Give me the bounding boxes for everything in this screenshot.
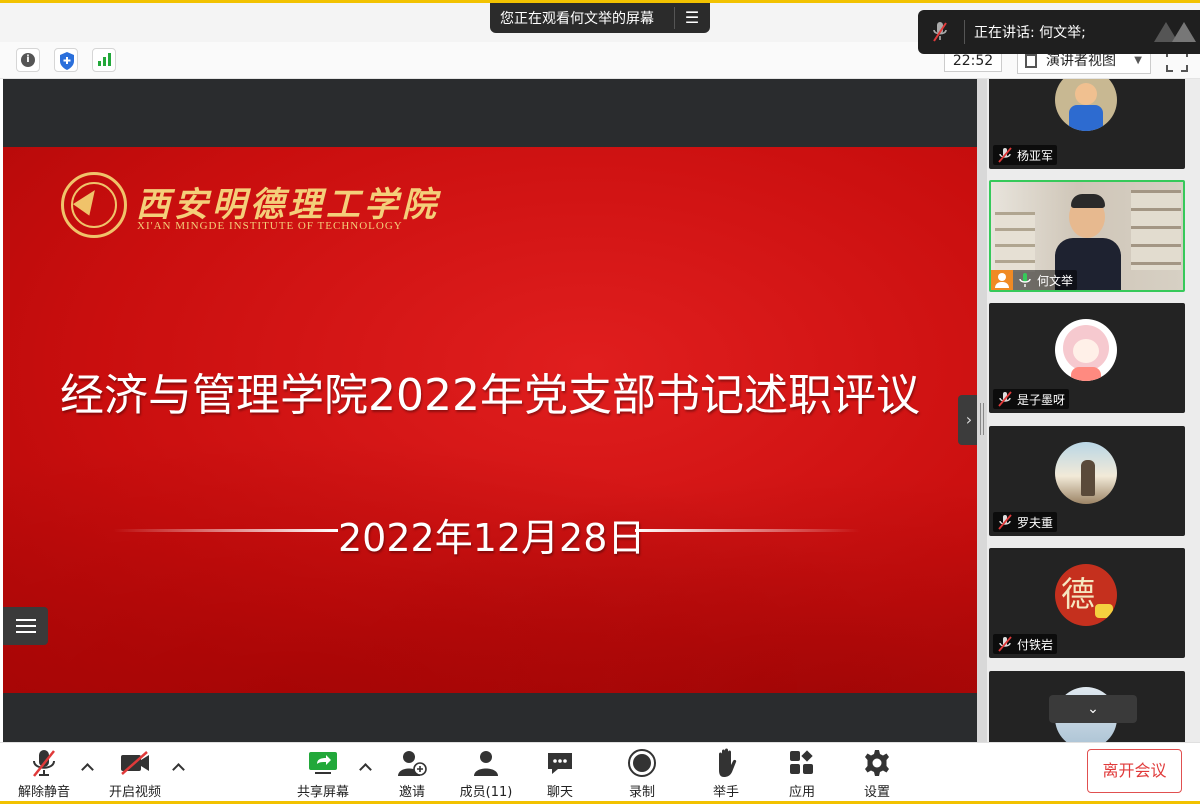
invite-button[interactable]: 邀请 (390, 747, 434, 800)
unmute-button[interactable]: 解除静音 (12, 747, 76, 800)
participant-name: 杨亚军 (1017, 148, 1054, 163)
start-video-label: 开启视频 (108, 785, 161, 800)
shield-icon[interactable] (54, 48, 78, 72)
raise-hand-button[interactable]: 举手 (706, 747, 746, 800)
avatar (1055, 319, 1117, 381)
share-options-caret[interactable] (358, 761, 372, 775)
participants-label: 成员(11) (459, 785, 513, 800)
participant-nameplate: 罗夫重 (993, 512, 1058, 532)
decorative-line (113, 529, 338, 532)
list-menu-icon[interactable] (3, 607, 48, 645)
record-label: 录制 (628, 785, 655, 800)
muted-mic-icon (998, 147, 1012, 163)
scroll-down-button[interactable]: ⌄ (1049, 695, 1137, 723)
avatar (1055, 442, 1117, 504)
avatar (1055, 79, 1117, 131)
chat-label: 聊天 (546, 785, 573, 800)
participant-tile[interactable]: 罗夫重 (989, 426, 1185, 536)
speaker-view-icon (1025, 54, 1037, 68)
active-speaker-toast: 正在讲话: 何文举; (918, 10, 1200, 54)
add-user-icon (398, 751, 427, 776)
leave-meeting-button[interactable]: 离开会议 (1087, 749, 1182, 793)
invite-label: 邀请 (398, 785, 425, 800)
video-options-caret[interactable] (171, 761, 185, 775)
muted-mic-icon (998, 636, 1012, 652)
slide-date: 2022年12月28日 (338, 516, 646, 560)
host-avatar-icon (991, 270, 1013, 290)
muted-mic-icon (33, 750, 55, 777)
apps-button[interactable]: 应用 (782, 747, 822, 800)
slide-title: 经济与管理学院2022年党支部书记述职评议 (60, 370, 920, 421)
avatar: 德 (1055, 564, 1117, 626)
participant-nameplate: 杨亚军 (993, 145, 1058, 165)
school-name-en: XI'AN MINGDE INSTITUTE OF TECHNOLOGY (137, 220, 403, 232)
slide-background-mountains (203, 453, 977, 693)
settings-button[interactable]: 设置 (857, 747, 897, 800)
participant-nameplate: 是子墨呀 (993, 389, 1070, 409)
raise-hand-icon (719, 748, 737, 777)
video-off-icon (121, 751, 149, 775)
participant-nameplate: 何文举 (991, 270, 1078, 290)
resize-divider[interactable] (977, 79, 987, 742)
participant-tile[interactable]: 杨亚军 (989, 79, 1185, 169)
app-logo-icon (1154, 22, 1196, 42)
shared-screen[interactable]: 西安明德理工学院 XI'AN MINGDE INSTITUTE OF TECHN… (3, 79, 980, 742)
apps-label: 应用 (788, 785, 815, 800)
options-icon[interactable]: ☰ (675, 3, 709, 33)
audio-options-caret[interactable] (80, 761, 94, 775)
toast-divider (964, 20, 965, 44)
viewing-text: 您正在观看何文举的屏幕 (500, 11, 654, 27)
chat-icon (548, 753, 572, 774)
settings-label: 设置 (863, 785, 890, 800)
participant-gallery[interactable]: 杨亚军 何文举 是子墨呀 罗夫重 德 付铁岩 ⌄ (987, 79, 1200, 742)
muted-mic-icon (998, 391, 1012, 407)
raise-hand-label: 举手 (712, 785, 739, 800)
record-button[interactable]: 录制 (622, 747, 662, 800)
chat-button[interactable]: 聊天 (540, 747, 580, 800)
participant-tile-active-speaker[interactable]: 何文举 (989, 180, 1185, 292)
school-emblem-logo (61, 172, 127, 238)
start-video-button[interactable]: 开启视频 (104, 747, 166, 800)
slide-date-row: 2022年12月28日 (3, 507, 977, 560)
active-mic-icon (1019, 273, 1031, 287)
participant-name: 付铁岩 (1017, 637, 1054, 652)
school-name-cn: 西安明德理工学院 (136, 185, 440, 225)
participant-name: 是子墨呀 (1017, 392, 1066, 407)
participant-name: 何文举 (1037, 273, 1074, 288)
muted-mic-icon (998, 514, 1012, 530)
share-screen-label: 共享屏幕 (296, 785, 349, 800)
decorative-line (635, 529, 860, 532)
participant-tile[interactable]: 是子墨呀 (989, 303, 1185, 413)
participant-nameplate: 付铁岩 (993, 634, 1058, 654)
share-screen-button[interactable]: 共享屏幕 (290, 747, 356, 800)
record-icon (628, 749, 656, 777)
participants-icon (474, 751, 498, 776)
signal-strength-icon[interactable] (92, 48, 116, 72)
speaking-label: 正在讲话: 何文举; (974, 25, 1086, 41)
meeting-toolbar: 解除静音 开启视频 共享屏幕 邀请 成员(11) 聊天 录制 举手 应用 设置 … (0, 742, 1200, 804)
participant-name: 罗夫重 (1017, 515, 1054, 530)
share-screen-icon (309, 752, 337, 774)
apps-icon (790, 750, 813, 774)
participants-button[interactable]: 成员(11) (456, 747, 516, 800)
participant-tile[interactable]: 德 付铁岩 (989, 548, 1185, 658)
unmute-label: 解除静音 (17, 785, 70, 800)
presentation-slide: 西安明德理工学院 XI'AN MINGDE INSTITUTE OF TECHN… (3, 147, 977, 693)
viewing-banner[interactable]: 您正在观看何文举的屏幕 ☰ (490, 3, 710, 33)
muted-mic-icon (933, 22, 947, 42)
gear-icon (865, 750, 889, 776)
info-icon[interactable]: i (16, 48, 40, 72)
